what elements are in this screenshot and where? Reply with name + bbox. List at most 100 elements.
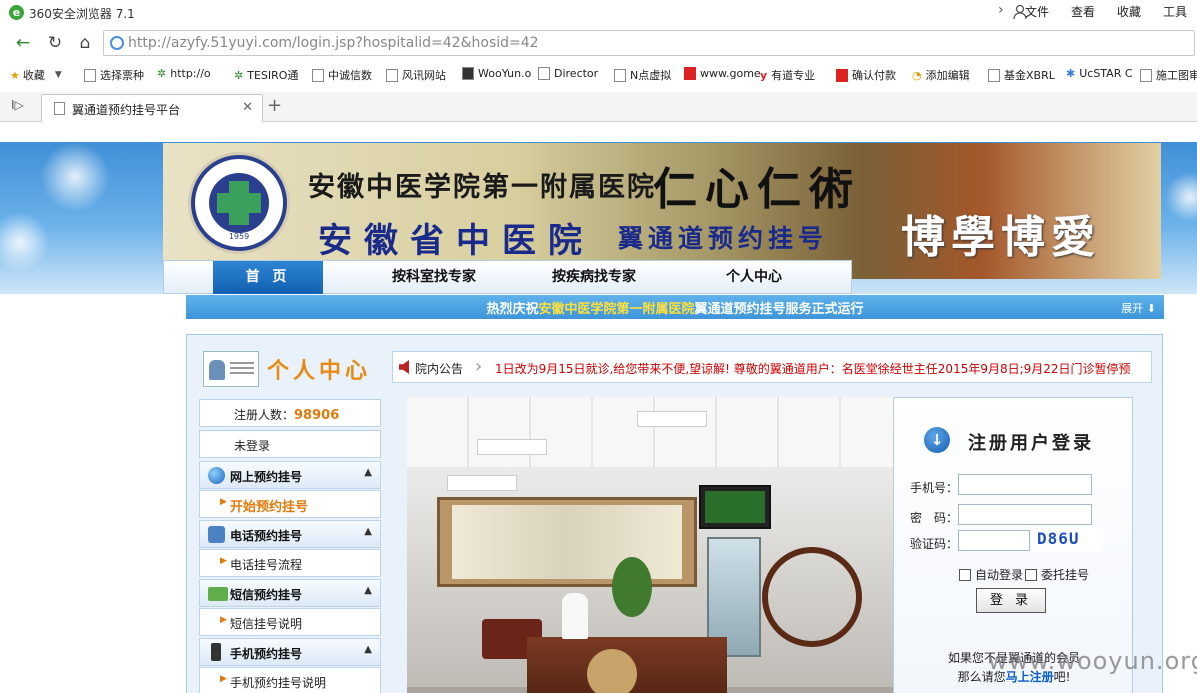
nav-by-disease[interactable]: 按疾病找专家 xyxy=(524,261,664,294)
home-icon[interactable]: ⌂ xyxy=(73,31,97,55)
menu-favorites[interactable]: 收藏 xyxy=(1117,3,1141,20)
download-arrow-icon: ↓ xyxy=(924,427,950,453)
bookmark-item[interactable]: Director xyxy=(538,67,598,80)
back-arrow-icon[interactable]: ← xyxy=(11,31,35,55)
banner-calligraphy-1: 仁心仁術 xyxy=(653,164,861,215)
menu-view[interactable]: 查看 xyxy=(1071,3,1095,20)
sidebar-item-phone-process[interactable]: ▶ 电话挂号流程 xyxy=(199,549,381,577)
tab-title: 翼通道预约挂号平台 xyxy=(72,103,181,117)
new-tab-plus-icon[interactable]: + xyxy=(267,95,282,116)
proxy-register-checkbox[interactable]: 委托挂号 xyxy=(1025,566,1089,583)
main-nav: 首 页 按科室找专家 按疾病找专家 个人中心 xyxy=(163,260,852,294)
reload-icon[interactable]: ↻ xyxy=(43,31,67,55)
bookmark-item[interactable]: N点虚拟 xyxy=(614,67,671,83)
web-page: 1959 安徽中医学院第一附属医院 安徽省中医院 翼通道预约挂号 仁心仁術 博學… xyxy=(0,122,1197,693)
collapse-triangle-icon[interactable]: ▲ xyxy=(364,585,372,596)
notice-text[interactable]: 1日改为9月15日就诊,给您带来不便,望谅解! 尊敬的翼通道用户：名医堂徐经世主… xyxy=(495,360,1131,377)
chevron-down-icon[interactable]: ▼ xyxy=(55,70,62,80)
captcha-input[interactable] xyxy=(958,530,1030,551)
page-icon xyxy=(54,102,65,115)
nav-home[interactable]: 首 页 xyxy=(213,261,323,294)
chevron-right-icon: › xyxy=(475,356,483,377)
close-icon[interactable]: ✕ xyxy=(242,100,253,115)
bookmark-item[interactable]: ◔ 添加编辑 xyxy=(912,67,970,83)
tab-active[interactable]: 翼通道预约挂号平台 ✕ xyxy=(41,94,263,123)
content-panel: 个人中心 注册人数：98906 未登录 网上预约挂号 ▲ ▶ 开始预约挂号 电话… xyxy=(186,334,1163,693)
password-label: 密 码： xyxy=(910,511,959,525)
bookmark-item[interactable]: y 有道专业 xyxy=(760,67,815,83)
browser-menu-bar: 文件 查看 收藏 工具 xyxy=(1025,3,1187,20)
id-card-icon xyxy=(203,351,259,387)
banner-hospital-name-2: 安徽省中医院 xyxy=(318,221,594,261)
watermark-text: www.wooyun.org xyxy=(988,647,1197,675)
payment-icon xyxy=(836,68,848,82)
gear-icon: ✲ xyxy=(157,67,167,80)
tab-bar: I▷ 翼通道预约挂号平台 ✕ + xyxy=(0,92,1197,123)
login-title: 注册用户登录 xyxy=(968,433,1094,454)
marquee-text-2: 翼通道预约挂号服务正式运行 xyxy=(694,302,864,317)
login-button[interactable]: 登 录 xyxy=(976,588,1046,613)
expand-button[interactable]: 展开 ⬇ xyxy=(1121,300,1156,316)
bookmark-item[interactable]: ✱ UcSTAR C xyxy=(1066,67,1133,80)
bookmark-item[interactable]: 确认付款 xyxy=(836,67,896,83)
bookmark-item[interactable]: WooYun.o xyxy=(462,67,531,80)
hospital-seal-logo: 1959 xyxy=(191,155,287,251)
menu-tools[interactable]: 工具 xyxy=(1163,3,1187,20)
youdao-icon: y xyxy=(760,68,768,82)
globe-icon xyxy=(208,467,225,484)
address-url[interactable]: http://azyfy.51yuyi.com/login.jsp?hospit… xyxy=(128,35,539,51)
mobile-icon xyxy=(211,643,221,661)
page-icon xyxy=(988,68,1000,82)
auto-login-checkbox[interactable]: 自动登录 xyxy=(959,566,1023,583)
page-icon xyxy=(312,68,324,82)
page-icon xyxy=(1140,68,1152,82)
bookmark-item[interactable]: ✲ TESIRO通 xyxy=(234,67,298,83)
section-mobile-booking[interactable]: 手机预约挂号 ▲ xyxy=(199,638,381,666)
marquee-text-1: 热烈庆祝 xyxy=(486,302,539,317)
collapse-triangle-icon[interactable]: ▲ xyxy=(364,467,372,478)
bookmark-item[interactable]: 风讯网站 xyxy=(386,67,446,83)
address-bar[interactable]: http://azyfy.51yuyi.com/login.jsp?hospit… xyxy=(103,30,1195,56)
arrow-right-icon: ▶ xyxy=(220,615,227,625)
section-sms-booking[interactable]: 短信预约挂号 ▲ xyxy=(199,579,381,607)
phone-input[interactable] xyxy=(958,474,1092,495)
section-online-booking[interactable]: 网上预约挂号 ▲ xyxy=(199,461,381,489)
hospital-lobby-photo xyxy=(407,397,893,693)
nav-by-department[interactable]: 按科室找专家 xyxy=(364,261,504,294)
captcha-image[interactable]: D86U xyxy=(1031,527,1103,551)
banner-calligraphy-2: 博學博愛 xyxy=(901,212,1101,263)
bookmark-item[interactable]: 基金XBRL xyxy=(988,67,1055,83)
sidebar-toggle-icon[interactable]: I▷ xyxy=(11,98,24,112)
sms-icon xyxy=(208,587,228,601)
hospital-banner: 1959 安徽中医学院第一附属医院 安徽省中医院 翼通道预约挂号 仁心仁術 博學… xyxy=(163,143,1161,279)
star-icon: ★ xyxy=(10,68,20,82)
captcha-label: 验证码： xyxy=(910,537,959,551)
registered-count-box: 注册人数：98906 xyxy=(199,399,381,427)
marquee-highlight: 安徽中医学院第一附属医院 xyxy=(538,302,695,317)
bookmark-item[interactable]: www.gome xyxy=(684,67,761,80)
sidebar-item-mobile-guide[interactable]: ▶ 手机预约挂号说明 xyxy=(199,667,381,693)
nav-personal-center[interactable]: 个人中心 xyxy=(689,261,819,294)
banner-service-name: 翼通道预约挂号 xyxy=(618,224,829,253)
sidebar-item-sms-guide[interactable]: ▶ 短信挂号说明 xyxy=(199,608,381,636)
collapse-triangle-icon[interactable]: ▲ xyxy=(364,644,372,655)
page-icon xyxy=(614,68,626,82)
arrow-right-icon: ▶ xyxy=(220,497,227,507)
browser-navbar: ← ↻ ⌂ http://azyfy.51yuyi.com/login.jsp?… xyxy=(0,28,1197,58)
sidebar-item-start-booking[interactable]: ▶ 开始预约挂号 xyxy=(199,490,381,518)
edit-icon: ◔ xyxy=(912,68,922,82)
browser-titlebar: e 360安全浏览器 7.1 › 文件 查看 收藏 工具 xyxy=(0,0,1197,26)
browser-logo-icon: e xyxy=(9,5,24,20)
section-phone-booking[interactable]: 电话预约挂号 ▲ xyxy=(199,520,381,548)
bookmark-item[interactable]: ✲ http://o xyxy=(157,67,211,80)
bookmark-favorites[interactable]: ★ 收藏 ▼ xyxy=(10,67,62,83)
sidebar-title: 个人中心 xyxy=(267,358,372,384)
collapse-triangle-icon[interactable]: ▲ xyxy=(364,526,372,537)
bookmark-item[interactable]: 选择票种 xyxy=(84,67,144,83)
bookmark-item[interactable]: 施工图审 xyxy=(1140,67,1197,83)
menu-file[interactable]: 文件 xyxy=(1025,3,1049,20)
bookmark-item[interactable]: 中诚信数 xyxy=(312,67,372,83)
login-status: 未登录 xyxy=(234,439,271,453)
password-input[interactable] xyxy=(958,504,1092,525)
chevron-right-icon[interactable]: › xyxy=(998,2,1004,18)
